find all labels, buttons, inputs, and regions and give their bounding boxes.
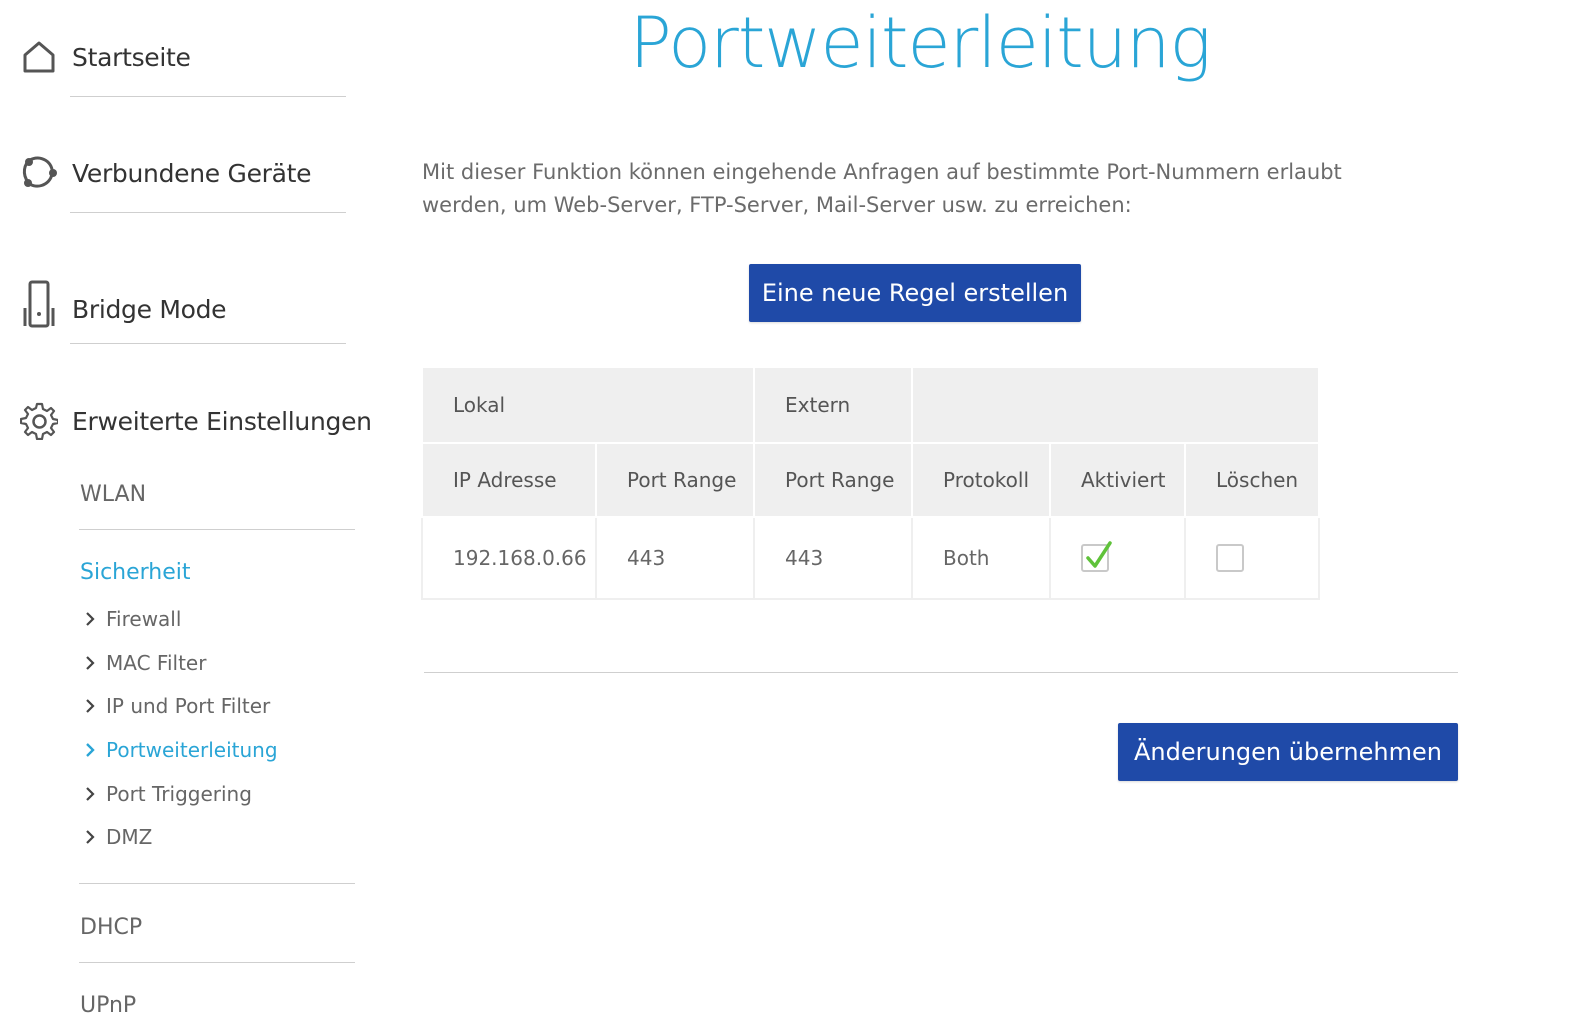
cell-delete xyxy=(1184,516,1320,600)
chevron-right-icon xyxy=(80,609,100,629)
sidebar-item-label: DMZ xyxy=(106,825,153,849)
divider xyxy=(79,883,355,884)
home-icon xyxy=(20,38,58,76)
cell-local-port-range: 443 xyxy=(595,516,755,600)
page-description: Mit dieser Funktion können eingehende An… xyxy=(422,160,1342,217)
nav-item-bridge-mode[interactable]: Bridge Mode xyxy=(20,278,227,332)
column-header-delete: Löschen xyxy=(1184,442,1320,518)
sidebar: Startseite Verbundene Geräte Bridge Mode… xyxy=(0,0,380,1034)
nav-item-label: Startseite xyxy=(72,42,191,72)
column-header-enabled: Aktiviert xyxy=(1049,442,1186,518)
cell-protocol: Both xyxy=(911,516,1051,600)
sidebar-item-label: Firewall xyxy=(106,607,182,631)
enabled-checkbox[interactable] xyxy=(1081,541,1112,572)
column-header-external-port-range: Port Range xyxy=(753,442,913,518)
nav-item-startseite[interactable]: Startseite xyxy=(20,38,191,76)
sidebar-item-label: IP und Port Filter xyxy=(106,694,271,718)
chevron-right-icon xyxy=(80,784,100,804)
chevron-right-icon xyxy=(80,827,100,847)
divider xyxy=(424,672,1458,673)
table-row: 192.168.0.66 443 443 Both xyxy=(421,516,1320,600)
chevron-right-icon xyxy=(80,653,100,673)
cell-enabled xyxy=(1049,516,1186,600)
checkmark-icon xyxy=(1086,541,1112,568)
column-header-ip: IP Adresse xyxy=(421,442,597,518)
column-header-local-port-range: Port Range xyxy=(595,442,755,518)
divider xyxy=(79,962,355,963)
chevron-right-icon xyxy=(80,740,100,760)
new-rule-button[interactable]: Eine neue Regel erstellen xyxy=(749,264,1081,322)
sidebar-item-firewall[interactable]: Firewall xyxy=(80,607,181,631)
group-header-local: Lokal xyxy=(421,366,755,444)
sub-section-sicherheit[interactable]: Sicherheit xyxy=(80,560,191,585)
apply-changes-button[interactable]: Änderungen übernehmen xyxy=(1118,723,1458,781)
connected-devices-icon xyxy=(20,154,58,192)
sub-section-dhcp[interactable]: DHCP xyxy=(80,915,142,940)
nav-item-verbundene-geraete[interactable]: Verbundene Geräte xyxy=(20,154,312,192)
group-header-empty xyxy=(911,366,1320,444)
sidebar-item-mac-filter[interactable]: MAC Filter xyxy=(80,651,206,675)
port-forwarding-table: Lokal Extern IP Adresse Port Range Port … xyxy=(421,366,1320,600)
nav-item-label: Erweiterte Einstellungen xyxy=(72,406,372,436)
sidebar-item-label: Port Triggering xyxy=(106,782,252,806)
sidebar-item-label: Portweiterleitung xyxy=(106,738,278,762)
page-title: Portweiterleitung xyxy=(629,2,1212,84)
divider xyxy=(79,529,355,530)
cell-external-port-range: 443 xyxy=(753,516,913,600)
sidebar-item-port-triggering[interactable]: Port Triggering xyxy=(80,782,252,806)
cell-ip: 192.168.0.66 xyxy=(421,516,597,600)
divider xyxy=(70,212,346,213)
sidebar-item-label: MAC Filter xyxy=(106,651,207,675)
table-group-header-row: Lokal Extern xyxy=(421,366,1320,444)
sidebar-item-dmz[interactable]: DMZ xyxy=(80,825,152,849)
delete-checkbox[interactable] xyxy=(1216,544,1244,572)
sub-section-upnp[interactable]: UPnP xyxy=(80,993,136,1018)
column-header-protocol: Protokoll xyxy=(911,442,1051,518)
chevron-right-icon xyxy=(80,696,100,716)
sidebar-item-ip-port-filter[interactable]: IP und Port Filter xyxy=(80,694,270,718)
gear-icon xyxy=(20,402,58,440)
nav-item-label: Bridge Mode xyxy=(72,294,227,324)
router-device-icon xyxy=(20,278,58,332)
divider xyxy=(70,96,346,97)
group-header-external: Extern xyxy=(753,366,913,444)
table-header-row: IP Adresse Port Range Port Range Protoko… xyxy=(421,442,1320,518)
sidebar-item-portweiterleitung[interactable]: Portweiterleitung xyxy=(80,738,278,762)
nav-item-label: Verbundene Geräte xyxy=(72,158,312,188)
nav-item-erweiterte-einstellungen[interactable]: Erweiterte Einstellungen xyxy=(20,402,372,440)
sub-section-wlan[interactable]: WLAN xyxy=(80,482,146,507)
divider xyxy=(70,343,346,344)
